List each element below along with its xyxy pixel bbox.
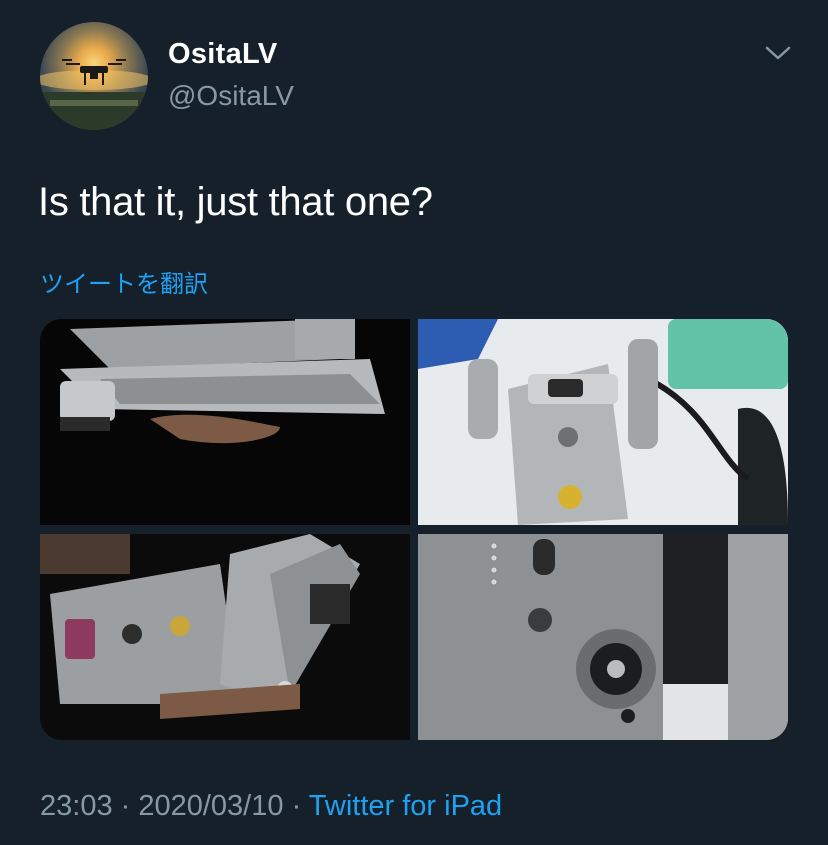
media-grid xyxy=(40,319,788,740)
chevron-down-icon[interactable] xyxy=(764,42,792,64)
translate-tweet-link[interactable]: ツイートを翻訳 xyxy=(40,264,208,299)
photo-4[interactable] xyxy=(418,534,788,740)
photo-3[interactable] xyxy=(40,534,410,740)
avatar[interactable] xyxy=(40,22,148,130)
user-handle[interactable]: @OsitaLV xyxy=(168,80,294,112)
meta-separator: · xyxy=(112,790,139,822)
tweet-date[interactable]: 2020/03/10 xyxy=(138,790,283,822)
display-name[interactable]: OsitaLV xyxy=(168,38,278,71)
photo-1[interactable] xyxy=(40,319,410,525)
tweet-source-link[interactable]: Twitter for iPad xyxy=(309,790,502,822)
tweet-text: Is that it, just that one? xyxy=(38,180,433,224)
meta-separator: · xyxy=(283,790,309,822)
tweet-meta: 23:03 · 2020/03/10 · Twitter for iPad xyxy=(40,790,502,823)
photo-2[interactable] xyxy=(418,319,788,525)
tweet-time[interactable]: 23:03 xyxy=(40,790,113,822)
